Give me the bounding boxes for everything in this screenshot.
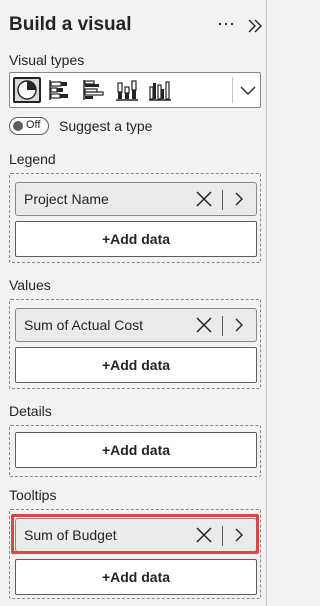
- chevron-right-icon[interactable]: [232, 317, 246, 333]
- suggest-type-label: Suggest a type: [59, 118, 153, 134]
- field-name: Project Name: [24, 191, 109, 207]
- toggle-knob: [13, 121, 23, 131]
- visual-types-label: Visual types: [9, 52, 85, 68]
- highlight-box: [11, 514, 259, 554]
- remove-field-icon[interactable]: [196, 317, 212, 333]
- tooltips-label: Tooltips: [9, 487, 57, 503]
- chevron-down-icon[interactable]: [238, 79, 258, 101]
- suggest-type-toggle[interactable]: Off: [9, 117, 49, 135]
- build-visual-pane: Build a visual ⋯ Visual types Off Sugges…: [0, 0, 267, 606]
- clustered-column-chart-icon[interactable]: [146, 77, 174, 103]
- values-add-data-button[interactable]: +Add data: [15, 347, 257, 383]
- remove-field-icon[interactable]: [196, 191, 212, 207]
- pill-divider: [222, 316, 223, 336]
- chevron-right-icon[interactable]: [232, 191, 246, 207]
- pill-divider: [222, 190, 223, 210]
- details-label: Details: [9, 403, 52, 419]
- legend-add-data-button[interactable]: +Add data: [15, 221, 257, 257]
- values-field-pill[interactable]: Sum of Actual Cost: [15, 308, 257, 342]
- legend-label: Legend: [9, 151, 56, 167]
- stacked-column-chart-icon[interactable]: [113, 77, 141, 103]
- field-name: Sum of Actual Cost: [24, 317, 144, 333]
- gallery-divider: [232, 77, 233, 103]
- stacked-bar-chart-icon[interactable]: [46, 77, 74, 103]
- legend-well: Project Name +Add data: [9, 173, 261, 263]
- toggle-state-text: Off: [26, 119, 41, 131]
- values-well: Sum of Actual Cost +Add data: [9, 299, 261, 389]
- pane-header: Build a visual ⋯: [9, 14, 262, 42]
- pane-title: Build a visual: [9, 14, 132, 35]
- more-options-icon[interactable]: ⋯: [217, 14, 236, 35]
- visual-types-gallery: [9, 72, 261, 108]
- values-label: Values: [9, 277, 51, 293]
- double-chevron-right-icon[interactable]: [245, 16, 265, 36]
- details-add-data-button[interactable]: +Add data: [15, 432, 257, 468]
- pie-chart-icon[interactable]: [13, 77, 41, 103]
- details-well: +Add data: [9, 425, 261, 477]
- clustered-bar-chart-icon[interactable]: [80, 77, 108, 103]
- legend-field-pill[interactable]: Project Name: [15, 182, 257, 216]
- tooltips-add-data-button[interactable]: +Add data: [15, 559, 257, 595]
